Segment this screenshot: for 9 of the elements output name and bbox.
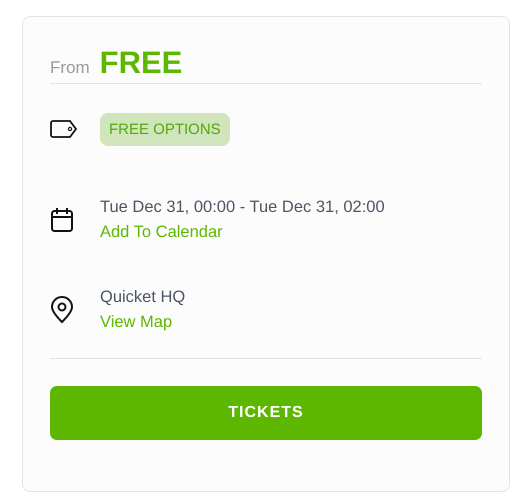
event-date: Tue Dec 31, 00:00 - Tue Dec 31, 02:00	[100, 198, 385, 217]
price-prefix: From	[50, 58, 90, 78]
tag-icon	[50, 119, 78, 139]
add-to-calendar-link[interactable]: Add To Calendar	[100, 223, 223, 242]
tickets-button[interactable]: TICKETS	[50, 386, 482, 440]
price-amount: FREE	[100, 45, 182, 81]
view-map-link[interactable]: View Map	[100, 313, 172, 332]
venue-name: Quicket HQ	[100, 288, 186, 307]
options-badge: FREE OPTIONS	[100, 112, 230, 146]
